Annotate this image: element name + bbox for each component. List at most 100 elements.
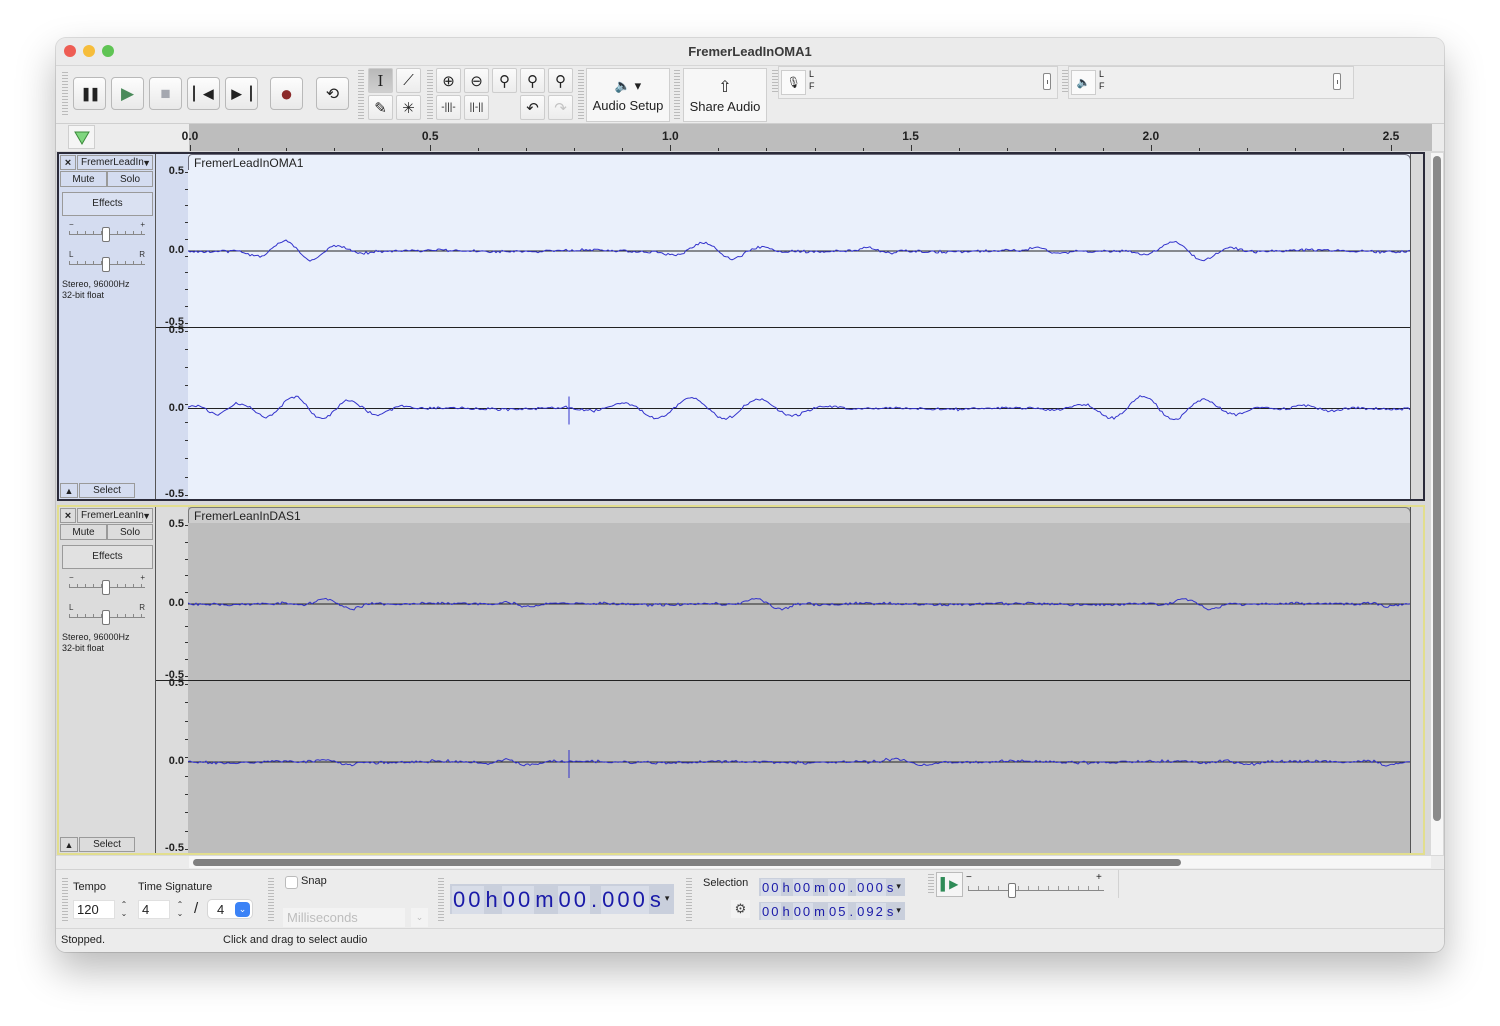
share-audio-button[interactable]: ⇧ Share Audio bbox=[683, 68, 767, 122]
zoom-in-button[interactable]: ⊕ bbox=[436, 68, 461, 93]
amplitude-ruler[interactable]: 0.5 0.0 -0.5 0.5 0.0 -0.5 bbox=[155, 154, 188, 500]
toolbar-grip[interactable] bbox=[62, 72, 68, 116]
pause-button[interactable]: ❚❚ bbox=[73, 77, 106, 110]
snap-unit-select[interactable]: Milliseconds bbox=[283, 908, 405, 927]
selection-start-display[interactable]: 00 h 00 m 00 . 000 s ▾ bbox=[759, 878, 905, 896]
track-name-menu[interactable]: FremerLeanIn ▼ bbox=[77, 508, 153, 523]
undo-button[interactable]: ↶ bbox=[520, 95, 545, 120]
playback-meter[interactable]: 🔈 L F bbox=[1068, 66, 1354, 99]
zoom-out-button[interactable]: ⊖ bbox=[464, 68, 489, 93]
clip-title-bar[interactable]: FremerLeadInOMA1 bbox=[188, 154, 1411, 170]
audio-track[interactable]: × FremerLeanIn ▼ Mute Solo Effects − + L … bbox=[57, 505, 1425, 855]
pan-slider[interactable]: L R bbox=[69, 603, 145, 625]
selection-end-dropdown-icon[interactable]: ▾ bbox=[896, 902, 903, 919]
selection-settings-button[interactable]: ⚙ bbox=[731, 900, 750, 918]
playback-volume-slider[interactable] bbox=[1333, 73, 1341, 90]
vertical-scroll-thumb[interactable] bbox=[1433, 156, 1441, 821]
effects-button[interactable]: Effects bbox=[62, 192, 153, 216]
tempo-input[interactable]: 120 bbox=[73, 900, 115, 919]
pan-knob[interactable] bbox=[102, 610, 110, 625]
fit-project-button[interactable]: ⚲ bbox=[520, 68, 545, 93]
solo-button[interactable]: Solo bbox=[107, 524, 153, 540]
envelope-tool-button[interactable]: ⟋ bbox=[396, 68, 421, 93]
time-signature-grip[interactable] bbox=[62, 878, 68, 922]
skip-to-end-button[interactable]: ▶▕ bbox=[225, 77, 258, 110]
play-at-speed-button[interactable]: ▌▶ bbox=[936, 872, 963, 897]
loop-button[interactable]: ⟲ bbox=[316, 77, 349, 110]
audio-setup-grip[interactable] bbox=[578, 70, 584, 120]
edit-grip[interactable] bbox=[427, 70, 433, 120]
tracks-area: × FremerLeadIn ▼ Mute Solo Effects − + L … bbox=[56, 151, 1444, 856]
snap-unit-chevron-icon[interactable]: ⌄ bbox=[411, 908, 428, 927]
time-format-dropdown-icon[interactable]: ▾ bbox=[665, 884, 673, 912]
timeline-ruler[interactable]: 0.00.51.01.52.02.53.03.54.04.55.0 bbox=[56, 123, 1444, 152]
select-track-button[interactable]: Select bbox=[79, 483, 135, 498]
track-control-panel[interactable]: × FremerLeadIn ▼ Mute Solo Effects − + L … bbox=[59, 154, 155, 499]
share-grip[interactable] bbox=[674, 70, 680, 120]
collapse-track-button[interactable]: ▲ bbox=[60, 837, 78, 852]
amplitude-ruler[interactable]: 0.5 0.0 -0.5 0.5 0.0 -0.5 bbox=[155, 507, 188, 854]
selection-end-display[interactable]: 00 h 00 m 05 . 092 s ▾ bbox=[759, 902, 905, 920]
effects-button[interactable]: Effects bbox=[62, 545, 153, 569]
snap-checkbox[interactable] bbox=[285, 876, 298, 889]
audio-track[interactable]: × FremerLeadIn ▼ Mute Solo Effects − + L … bbox=[57, 152, 1425, 501]
pan-slider[interactable]: L R bbox=[69, 250, 145, 272]
horizontal-scrollbar[interactable] bbox=[189, 856, 1431, 868]
multi-tool-button[interactable]: ✳ bbox=[396, 95, 421, 120]
waveform-area[interactable]: FremerLeanInDAS1 bbox=[188, 507, 1411, 853]
record-meter[interactable]: 🎙 L F bbox=[778, 66, 1058, 99]
playback-meter-button[interactable]: 🔈 bbox=[1071, 70, 1096, 95]
horizontal-scroll-thumb[interactable] bbox=[193, 859, 1181, 866]
track-name-menu[interactable]: FremerLeadIn ▼ bbox=[77, 155, 153, 170]
play-at-speed-grip[interactable] bbox=[928, 874, 934, 894]
end-minutes: 00 bbox=[792, 903, 814, 920]
fit-selection-button[interactable]: ⚲ bbox=[492, 68, 517, 93]
gain-knob[interactable] bbox=[102, 580, 110, 595]
audio-position-display[interactable]: 00 h 00 m 00 . 000 s ▾ bbox=[450, 884, 675, 914]
gain-slider[interactable]: − + bbox=[69, 573, 145, 595]
stop-button[interactable]: ■ bbox=[149, 77, 182, 110]
pan-knob[interactable] bbox=[102, 257, 110, 272]
selection-tool-button[interactable]: I bbox=[368, 68, 393, 93]
record-volume-slider[interactable] bbox=[1043, 73, 1051, 90]
waveform-area[interactable]: FremerLeadInOMA1 bbox=[188, 154, 1411, 499]
silence-audio-button[interactable]: ||-|| bbox=[464, 95, 489, 120]
mute-button[interactable]: Mute bbox=[60, 524, 107, 540]
record-meter-button[interactable]: 🎙 bbox=[781, 70, 806, 95]
time-signature-denominator[interactable]: 4 ⌄ bbox=[207, 899, 253, 919]
play-button[interactable]: ▶ bbox=[111, 77, 144, 110]
close-track-button[interactable]: × bbox=[60, 508, 76, 523]
record-button[interactable]: ● bbox=[270, 77, 303, 110]
tools-grip[interactable] bbox=[358, 70, 364, 120]
selection-start-dropdown-icon[interactable]: ▾ bbox=[896, 878, 903, 895]
numerator-stepper[interactable]: ⌃ ⌄ bbox=[175, 900, 185, 919]
gain-slider[interactable]: − + bbox=[69, 220, 145, 242]
draw-tool-button[interactable]: ✎ bbox=[368, 95, 393, 120]
zoom-toggle-button[interactable]: ⚲ bbox=[548, 68, 573, 93]
tempo-stepper[interactable]: ⌃ ⌄ bbox=[119, 900, 129, 919]
clip-title-bar[interactable]: FremerLeanInDAS1 bbox=[188, 507, 1411, 523]
collapse-track-button[interactable]: ▲ bbox=[60, 483, 78, 498]
selection-grip[interactable] bbox=[686, 878, 692, 922]
snap-grip[interactable] bbox=[268, 878, 274, 922]
select-track-button[interactable]: Select bbox=[79, 837, 135, 852]
vertical-scrollbar[interactable] bbox=[1431, 153, 1443, 855]
play-speed-track[interactable] bbox=[968, 890, 1104, 891]
skip-to-start-button[interactable]: ▏◀ bbox=[187, 77, 220, 110]
mute-button[interactable]: Mute bbox=[60, 171, 107, 187]
time-signature-numerator[interactable]: 4 bbox=[138, 900, 170, 919]
pause-icon: ❚❚ bbox=[80, 85, 101, 101]
close-track-button[interactable]: × bbox=[60, 155, 76, 170]
trim-audio-button[interactable]: -|||- bbox=[436, 95, 461, 120]
play-head-indicator[interactable] bbox=[68, 125, 95, 149]
redo-button[interactable]: ↷ bbox=[548, 95, 573, 120]
play-at-speed-icon: ▌▶ bbox=[940, 877, 959, 891]
time-grip[interactable] bbox=[438, 878, 444, 922]
gain-knob[interactable] bbox=[102, 227, 110, 242]
solo-button[interactable]: Solo bbox=[107, 171, 153, 187]
audio-setup-button[interactable]: 🔈 ▾ Audio Setup bbox=[586, 68, 670, 122]
ruler-timeline-area[interactable]: 0.00.51.01.52.02.53.03.54.04.55.0 bbox=[182, 124, 1432, 152]
asterisk-icon: ✳ bbox=[402, 99, 415, 117]
play-speed-slider[interactable] bbox=[1008, 883, 1016, 898]
track-control-panel[interactable]: × FremerLeanIn ▼ Mute Solo Effects − + L … bbox=[59, 507, 155, 853]
